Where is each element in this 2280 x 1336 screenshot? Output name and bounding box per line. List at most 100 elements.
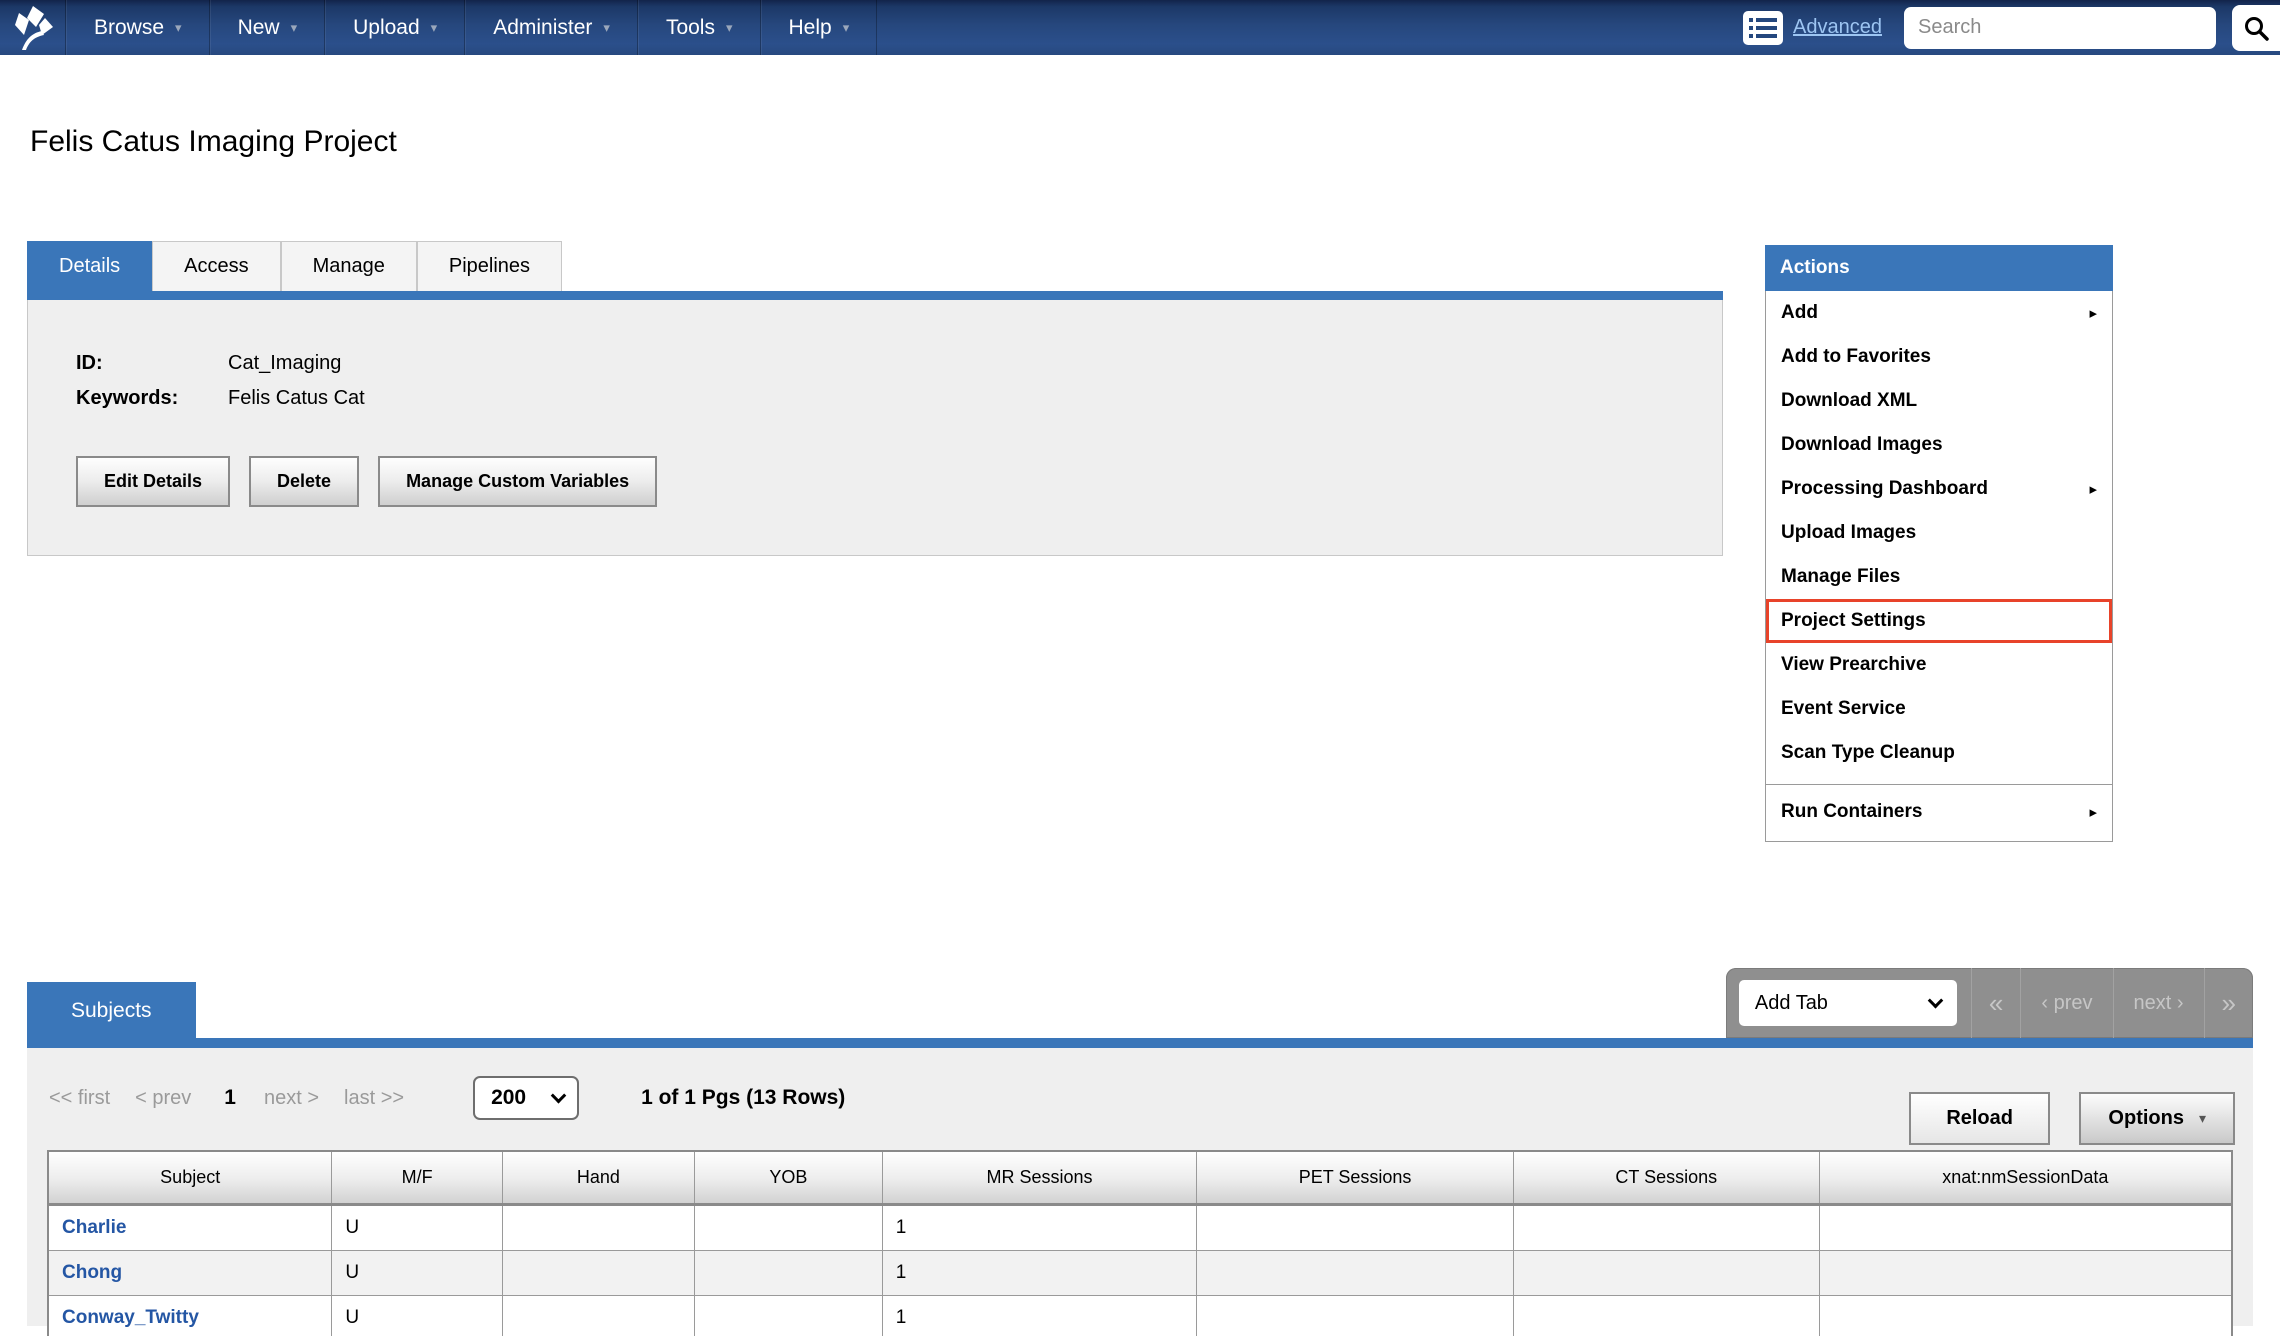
table-row: ChongU1 — [48, 1251, 2232, 1296]
nav-menu-upload[interactable]: Upload▾ — [325, 0, 465, 55]
top-navbar: Browse▾New▾Upload▾Administer▾Tools▾Help▾… — [0, 0, 2280, 55]
nav-menu-new[interactable]: New ▾ — [210, 0, 326, 55]
action-upload-images[interactable]: Upload Images — [1766, 511, 2112, 555]
xnat-logo-icon — [12, 5, 54, 51]
action-scan-type-cleanup[interactable]: Scan Type Cleanup — [1766, 731, 2112, 775]
xnat-logo[interactable] — [0, 0, 66, 55]
subject-cell: Chong — [48, 1251, 332, 1296]
detail-field-value: Cat_Imaging — [228, 352, 341, 375]
search-input[interactable] — [1904, 7, 2216, 49]
subject-link[interactable]: Charlie — [62, 1217, 126, 1238]
detail-field-label: ID: — [76, 352, 228, 375]
edit-details-button[interactable]: Edit Details — [76, 456, 230, 507]
manage-custom-variables-button[interactable]: Manage Custom Variables — [378, 456, 657, 507]
column-header-mr-sessions[interactable]: MR Sessions — [882, 1151, 1196, 1205]
page-next-link[interactable]: next > — [264, 1087, 319, 1110]
nav-menu-tools[interactable]: Tools▾ — [638, 0, 761, 55]
subject-link[interactable]: Chong — [62, 1262, 122, 1283]
subjects-section: Subjects Add Tab « ‹ prev next › » << fi… — [27, 968, 2253, 1326]
action-processing-dashboard[interactable]: Processing Dashboard▸ — [1766, 467, 2112, 511]
tab-details[interactable]: Details — [27, 241, 152, 291]
page-first-link[interactable]: << first — [49, 1087, 110, 1110]
advanced-search[interactable]: Advanced — [1743, 11, 1882, 45]
data-cell — [502, 1251, 694, 1296]
tab-manage[interactable]: Manage — [281, 241, 417, 291]
tab-access[interactable]: Access — [152, 241, 280, 291]
action-download-xml[interactable]: Download XML — [1766, 379, 2112, 423]
action-event-service[interactable]: Event Service — [1766, 687, 2112, 731]
chevron-down-icon — [1928, 992, 1944, 1008]
tab-subjects[interactable]: Subjects — [27, 982, 196, 1038]
column-header-yob[interactable]: YOB — [694, 1151, 882, 1205]
search-icon — [2243, 15, 2269, 41]
data-cell — [694, 1251, 882, 1296]
column-header-ct-sessions[interactable]: CT Sessions — [1513, 1151, 1819, 1205]
page-title: Felis Catus Imaging Project — [30, 125, 2280, 159]
navbar-right: Advanced — [1743, 0, 2280, 55]
tab-pipelines[interactable]: Pipelines — [417, 241, 562, 291]
add-tab-select[interactable]: Add Tab — [1739, 980, 1957, 1026]
action-add-to-favorites[interactable]: Add to Favorites — [1766, 335, 2112, 379]
column-header-subject[interactable]: Subject — [48, 1151, 332, 1205]
chevron-down-icon — [551, 1087, 567, 1103]
page-prev-link[interactable]: < prev — [135, 1087, 191, 1110]
page-last-link[interactable]: last >> — [344, 1087, 404, 1110]
nav-menu-browse[interactable]: Browse▾ — [66, 0, 210, 55]
action-project-settings[interactable]: Project Settings — [1766, 599, 2112, 643]
chevron-down-icon: ▾ — [175, 20, 182, 36]
action-manage-files[interactable]: Manage Files — [1766, 555, 2112, 599]
data-cell: 1 — [882, 1251, 1196, 1296]
data-cell — [1819, 1296, 2232, 1336]
nav-menu-label: Administer — [493, 16, 592, 40]
data-cell: U — [332, 1205, 502, 1251]
current-page-number: 1 — [224, 1086, 236, 1110]
data-cell — [694, 1296, 882, 1336]
search-button[interactable] — [2232, 5, 2280, 51]
tab-pager-first-button[interactable]: « — [1971, 968, 2020, 1038]
add-tab-select-value: Add Tab — [1755, 992, 1828, 1015]
data-cell — [1513, 1205, 1819, 1251]
tab-pager-next-button[interactable]: next › — [2113, 968, 2204, 1038]
action-add[interactable]: Add▸ — [1766, 291, 2112, 335]
column-header-m-f[interactable]: M/F — [332, 1151, 502, 1205]
tab-pager-last-button[interactable]: » — [2204, 968, 2253, 1038]
action-view-prearchive[interactable]: View Prearchive — [1766, 643, 2112, 687]
action-label: Download Images — [1781, 434, 1943, 456]
detail-fields: ID:Cat_Imaging Keywords:Felis Catus Cat — [76, 352, 1722, 410]
subjects-tab-row: Subjects Add Tab « ‹ prev next › » — [27, 968, 2253, 1038]
advanced-link[interactable]: Advanced — [1793, 16, 1882, 39]
options-button[interactable]: Options ▾ — [2079, 1092, 2235, 1145]
column-header-pet-sessions[interactable]: PET Sessions — [1197, 1151, 1514, 1205]
action-label: View Prearchive — [1781, 654, 1926, 676]
nav-menu-label: Tools — [666, 16, 715, 40]
action-label: Scan Type Cleanup — [1781, 742, 1955, 764]
data-cell — [1819, 1251, 2232, 1296]
data-cell — [694, 1205, 882, 1251]
action-label: Download XML — [1781, 390, 1917, 412]
subject-link[interactable]: Conway_Twitty — [62, 1307, 199, 1328]
tab-accent-strip — [27, 291, 1723, 300]
page-size-select[interactable]: 200 — [473, 1076, 579, 1120]
nav-menu-label: New — [238, 16, 280, 40]
nav-menu-label: Help — [789, 16, 832, 40]
page-size-value: 200 — [491, 1086, 526, 1110]
action-run-containers[interactable]: Run Containers▸ — [1766, 784, 2112, 837]
nav-menu-label: Upload — [353, 16, 420, 40]
tab-pager-prev-button[interactable]: ‹ prev — [2020, 968, 2112, 1038]
reload-button[interactable]: Reload — [1909, 1092, 2050, 1145]
detail-field-keywords: Keywords:Felis Catus Cat — [76, 387, 1722, 410]
column-header-hand[interactable]: Hand — [502, 1151, 694, 1205]
table-header-row: SubjectM/FHandYOBMR SessionsPET Sessions… — [48, 1151, 2232, 1205]
chevron-down-icon: ▾ — [291, 20, 298, 36]
action-download-images[interactable]: Download Images — [1766, 423, 2112, 467]
nav-menu-help[interactable]: Help▾ — [761, 0, 878, 55]
nav-menu-administer[interactable]: Administer▾ — [465, 0, 638, 55]
delete-button[interactable]: Delete — [249, 456, 359, 507]
data-cell — [1819, 1205, 2232, 1251]
actions-panel-title: Actions — [1765, 245, 2113, 291]
column-header-xnat-nmsessiondata[interactable]: xnat:nmSessionData — [1819, 1151, 2232, 1205]
detail-field-id: ID:Cat_Imaging — [76, 352, 1722, 375]
data-cell — [1513, 1251, 1819, 1296]
details-panel: ID:Cat_Imaging Keywords:Felis Catus Cat E… — [27, 300, 1723, 556]
data-cell — [502, 1205, 694, 1251]
